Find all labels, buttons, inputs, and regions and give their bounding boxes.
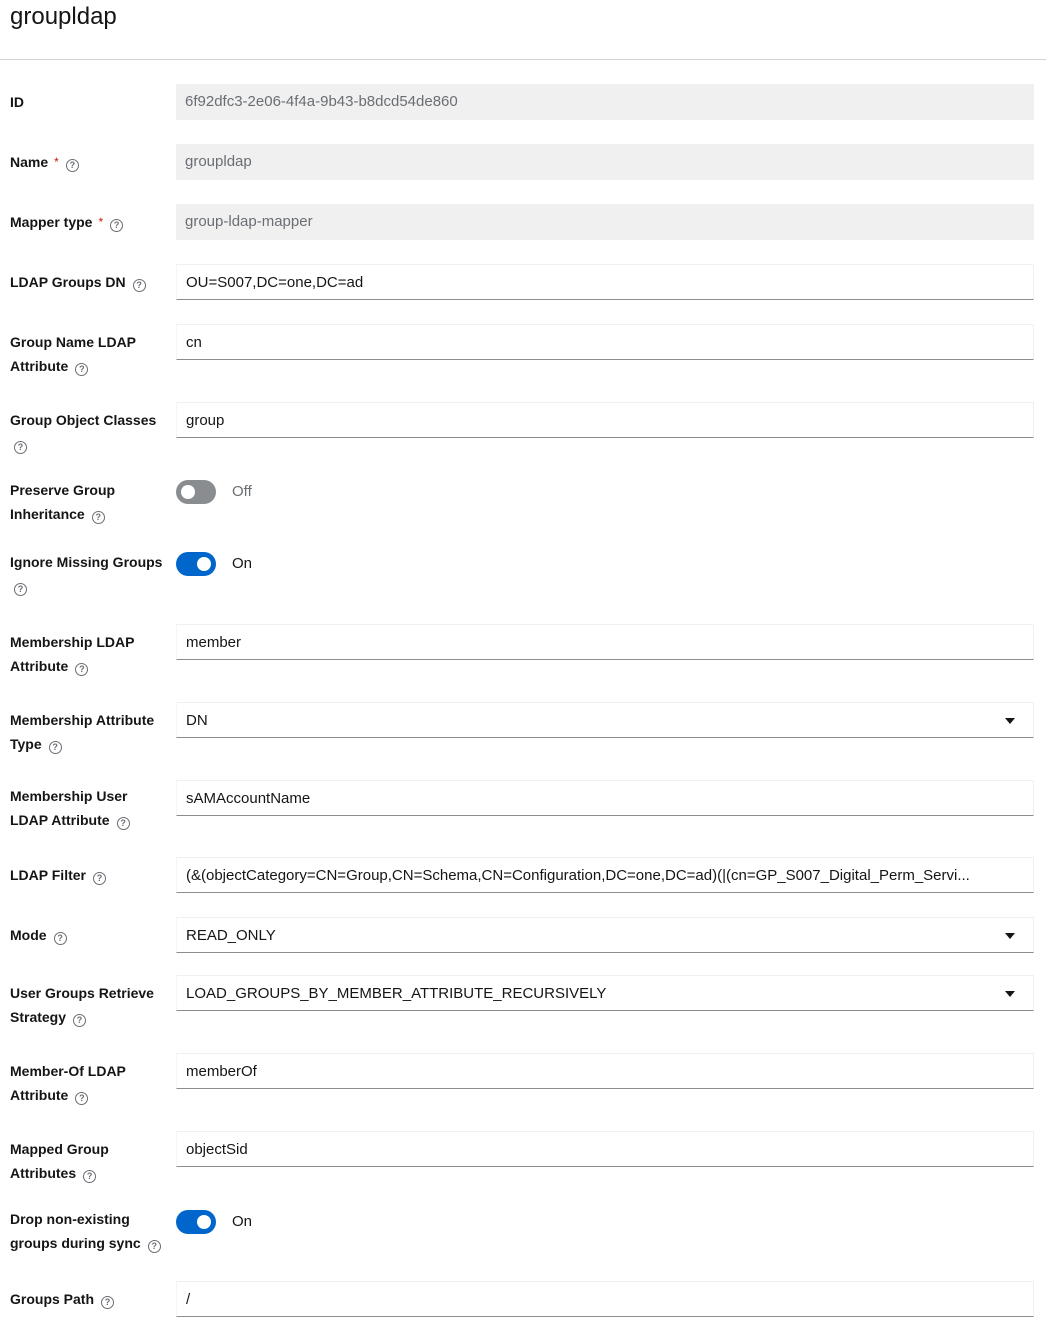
help-icon[interactable]: ? [65, 159, 79, 172]
label-line2: Inheritance [10, 506, 85, 522]
name-field[interactable]: groupldap [176, 144, 1034, 180]
toggle-knob [197, 1215, 211, 1229]
membership-attribute-type-select[interactable]: DN [176, 702, 1034, 738]
help-icon[interactable]: ? [53, 932, 67, 945]
name-label: Name *? [10, 150, 166, 174]
mapped-group-attributes-label: Mapped Group Attributes? [10, 1137, 166, 1185]
mode-label: Mode? [10, 923, 166, 947]
caret-down-icon [1005, 718, 1015, 724]
user-groups-retrieve-strategy-select[interactable]: LOAD_GROUPS_BY_MEMBER_ATTRIBUTE_RECURSIV… [176, 975, 1034, 1011]
page-title: groupldap [10, 3, 117, 30]
caret-down-icon [1005, 991, 1015, 997]
drop-non-existing-groups-label: Drop non-existing groups during sync? [10, 1207, 166, 1255]
label-line2: LDAP Attribute [10, 812, 110, 828]
groups-path-input[interactable]: / [176, 1281, 1034, 1317]
label-text: Groups Path [10, 1291, 95, 1307]
help-icon[interactable]: ? [132, 279, 146, 292]
preserve-group-inheritance-label: Preserve Group Inheritance? [10, 478, 166, 526]
help-icon[interactable]: ? [92, 872, 106, 885]
membership-user-ldap-attribute-label: Membership User LDAP Attribute? [10, 784, 166, 832]
label-line1: Preserve Group [10, 482, 116, 498]
label-line2: Attribute [10, 1087, 69, 1103]
toggle-knob [181, 485, 195, 499]
drop-non-existing-groups-toggle[interactable] [176, 1210, 216, 1234]
help-icon[interactable]: ? [91, 511, 105, 524]
help-icon[interactable]: ? [110, 219, 124, 232]
toggle-knob [197, 557, 211, 571]
help-icon[interactable]: ? [75, 663, 89, 676]
ignore-missing-groups-label: Ignore Missing Groups? [10, 550, 166, 598]
help-icon[interactable]: ? [48, 741, 62, 754]
selected-value: READ_ONLY [186, 927, 276, 944]
label-text: Ignore Missing Groups [10, 554, 163, 570]
membership-user-ldap-attribute-input[interactable]: sAMAccountName [176, 780, 1034, 816]
label-line2: Attributes [10, 1165, 77, 1181]
help-icon[interactable]: ? [147, 1240, 161, 1253]
preserve-group-inheritance-toggle[interactable] [176, 480, 216, 504]
help-icon[interactable]: ? [83, 1170, 97, 1183]
id-label: ID [10, 90, 166, 114]
label-line2: Type [10, 736, 42, 752]
help-icon[interactable]: ? [116, 817, 130, 830]
group-object-classes-input[interactable]: group [176, 402, 1034, 438]
ldap-groups-dn-label: LDAP Groups DN? [10, 270, 166, 294]
mapper-type-label-text: Mapper type [10, 214, 93, 230]
ldap-groups-dn-label-text: LDAP Groups DN [10, 274, 126, 290]
mapper-type-field[interactable]: group-ldap-mapper [176, 204, 1034, 240]
header-divider [0, 59, 1046, 60]
toggle-state-label: Off [232, 483, 252, 500]
membership-ldap-attribute-label: Membership LDAP Attribute? [10, 630, 166, 678]
mapped-group-attributes-input[interactable]: objectSid [176, 1131, 1034, 1167]
label-line1: Member-Of LDAP [10, 1063, 126, 1079]
user-groups-retrieve-strategy-label: User Groups Retrieve Strategy? [10, 981, 166, 1029]
label-text: Group Object Classes [10, 412, 157, 428]
label-line1: Membership LDAP [10, 634, 135, 650]
toggle-state-label: On [232, 555, 253, 572]
group-name-ldap-attribute-label: Group Name LDAP Attribute? [10, 330, 166, 378]
label-line1: User Groups Retrieve [10, 985, 154, 1001]
groups-path-label: Groups Path? [10, 1287, 166, 1311]
mode-select[interactable]: READ_ONLY [176, 917, 1034, 953]
ignore-missing-groups-toggle[interactable] [176, 552, 216, 576]
member-of-ldap-attribute-input[interactable]: memberOf [176, 1053, 1034, 1089]
id-label-text: ID [10, 94, 24, 110]
label-line1: Group Name LDAP [10, 334, 137, 350]
required-marker: * [98, 215, 104, 229]
label-line1: Drop non-existing [10, 1211, 130, 1227]
selected-value: DN [186, 712, 208, 729]
help-icon[interactable]: ? [14, 583, 27, 596]
help-icon[interactable]: ? [73, 1014, 87, 1027]
membership-ldap-attribute-input[interactable]: member [176, 624, 1034, 660]
required-marker: * [54, 155, 59, 169]
label-line2: Strategy [10, 1009, 67, 1025]
toggle-state-label: On [232, 1213, 253, 1230]
caret-down-icon [1005, 933, 1015, 939]
help-icon[interactable]: ? [101, 1296, 115, 1309]
label-line1: Mapped Group [10, 1141, 109, 1157]
ldap-filter-label: LDAP Filter? [10, 863, 166, 887]
group-object-classes-label: Group Object Classes? [10, 408, 166, 456]
help-icon[interactable]: ? [14, 441, 27, 454]
name-label-text: Name [10, 154, 49, 170]
id-field[interactable]: 6f92dfc3-2e06-4f4a-9b43-b8dcd54de860 [176, 84, 1034, 120]
label-line2: Attribute [10, 658, 69, 674]
label-text: LDAP Filter [10, 867, 86, 883]
help-icon[interactable]: ? [75, 1092, 89, 1105]
selected-value: LOAD_GROUPS_BY_MEMBER_ATTRIBUTE_RECURSIV… [186, 985, 607, 1002]
label-line1: Membership Attribute [10, 712, 155, 728]
label-line2: groups during sync [10, 1235, 141, 1251]
label-line2: Attribute [10, 358, 69, 374]
mapper-type-label: Mapper type *? [10, 210, 166, 234]
label-line1: Membership User [10, 788, 128, 804]
ldap-filter-input[interactable]: (&(objectCategory=CN=Group,CN=Schema,CN=… [176, 857, 1034, 893]
group-name-ldap-attribute-input[interactable]: cn [176, 324, 1034, 360]
membership-attribute-type-label: Membership Attribute Type? [10, 708, 166, 756]
ldap-groups-dn-input[interactable]: OU=S007,DC=one,DC=ad [176, 264, 1034, 300]
label-text: Mode [10, 927, 47, 943]
help-icon[interactable]: ? [75, 363, 89, 376]
member-of-ldap-attribute-label: Member-Of LDAP Attribute? [10, 1059, 166, 1107]
